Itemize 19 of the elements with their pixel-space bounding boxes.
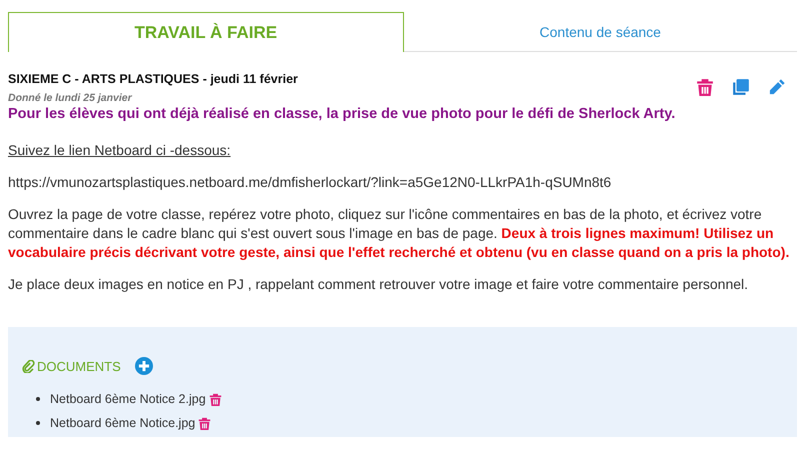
file-link[interactable]: Netboard 6ème Notice 2.jpg xyxy=(50,392,206,406)
bullet xyxy=(36,421,40,425)
documents-title: DOCUMENTS xyxy=(37,358,121,374)
paragraph: Pour les élèves qui ont déjà réalisé en classe, la prise de vue photo pour le défi de Sherlock Arty. xyxy=(8,105,676,124)
bullet xyxy=(36,397,40,401)
paragraph: https://vmunozartsplastiques.netboard.me/dmfisherlockart/?link=a5Ge12N0-LLkrPA1h-qSUMn8t6 xyxy=(8,173,612,192)
homework-heading: SIXIEME C - ARTS PLASTIQUES - jeudi 11 février xyxy=(8,72,298,86)
paragraph: Je place deux images en notice en PJ , rappelant comment retrouver votre image et faire votre commentaire personnel. xyxy=(8,275,750,294)
trash-icon[interactable] xyxy=(198,416,212,430)
paragraph: Suivez le lien Netboard ci -dessous: xyxy=(8,141,232,160)
paragraph: Ouvrez la page de votre classe, repérez votre photo, cliquez sur l'icône commentaires en bas de la photo, et écrivez votre commentaire dans le cadre blanc qui s'est ouvert sous l'image en bas de page. Deux à trois lignes maximum! Utilisez un vocabulaire précis décrivant votre geste, ainsi que l'effet recherché et obtenu (vu en classe quand on a pris la photo). xyxy=(8,205,790,262)
pencil-icon[interactable] xyxy=(768,78,786,96)
paperclip-icon xyxy=(22,360,35,372)
add-icon[interactable] xyxy=(134,357,153,375)
file-link[interactable]: Netboard 6ème Notice.jpg xyxy=(50,416,196,430)
trash-icon[interactable] xyxy=(208,392,222,406)
copy-icon[interactable] xyxy=(732,78,750,96)
given-date: Donné le lundi 25 janvier xyxy=(8,92,134,104)
trash-icon[interactable] xyxy=(696,78,714,96)
